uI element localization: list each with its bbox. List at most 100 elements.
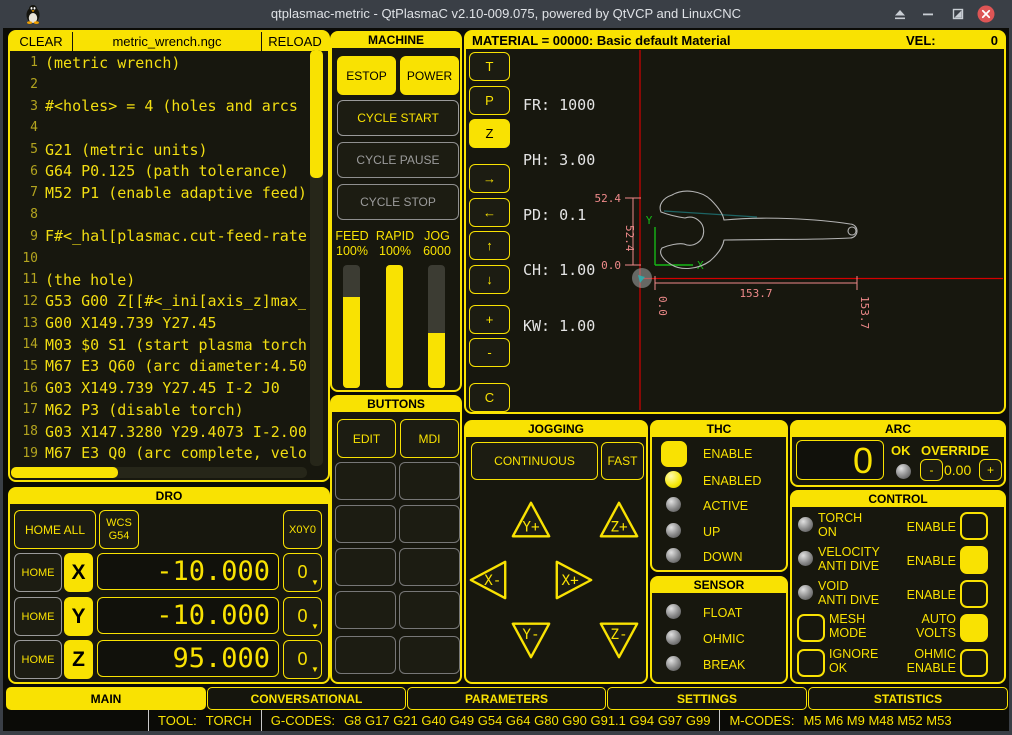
tab-settings[interactable]: SETTINGS (607, 687, 807, 710)
jog-z-plus-button[interactable]: Z+ (597, 498, 641, 542)
jog-z-minus-button[interactable]: Z- (597, 618, 641, 662)
axis-z-button[interactable]: Z (64, 640, 93, 679)
ignore-ok-checkbox[interactable] (797, 649, 825, 677)
sensor-float-led (666, 604, 681, 619)
mesh-mode-checkbox[interactable] (797, 614, 825, 642)
cycle-stop-button[interactable]: CYCLE STOP (337, 184, 459, 220)
power-button[interactable]: POWER (400, 56, 459, 95)
user-button-blank[interactable] (335, 505, 396, 543)
gcode-line: 18G03 X147.3280 Y29.4073 I-2.000 (12, 421, 306, 443)
home-z-button[interactable]: HOME (14, 640, 62, 679)
preview-plot[interactable]: 52.4 0.0 52.4 153.7 0.0 153.7 Y X (466, 49, 1004, 410)
user-button-blank[interactable] (335, 591, 396, 629)
thc-down-led (666, 548, 681, 563)
thc-enabled-label: ENABLED (703, 474, 761, 488)
loaded-file-name[interactable]: metric_wrench.ngc (73, 32, 261, 51)
thc-down-label: DOWN (703, 550, 743, 564)
machine-boundary (640, 50, 1003, 410)
gcode-line: 2 (12, 74, 306, 96)
tab-conversational[interactable]: CONVERSATIONAL (207, 687, 406, 710)
jog-rate-slider[interactable] (428, 265, 445, 388)
user-button-blank[interactable] (399, 462, 460, 500)
zero-y-dropdown-icon[interactable]: ▼ (311, 622, 319, 631)
gcode-vscroll-handle[interactable] (310, 50, 323, 178)
shade-window-icon[interactable] (893, 7, 907, 21)
zero-z-dropdown-icon[interactable]: ▼ (311, 665, 319, 674)
dim-x-zero: 0.0 (656, 296, 669, 316)
jog-x-plus-button[interactable]: X+ (552, 558, 596, 602)
home-y-button[interactable]: HOME (14, 597, 62, 636)
void-anti-dive-led (798, 585, 813, 600)
user-button-blank[interactable] (399, 591, 460, 629)
dim-y-zero: 0.0 (601, 259, 621, 272)
arc-voltage-display: 0 (796, 440, 884, 480)
wcs-label-line2: G54 (109, 530, 130, 543)
rapid-override-label: RAPID (373, 229, 417, 243)
gcode-vertical-scrollbar[interactable] (310, 50, 323, 466)
rapid-override-slider[interactable] (386, 265, 403, 388)
feed-override-slider[interactable] (343, 265, 360, 388)
axis-y-button[interactable]: Y (64, 597, 93, 636)
axis-x-button[interactable]: X (64, 553, 93, 592)
arc-ok-label: OK (891, 443, 911, 458)
home-x-button[interactable]: HOME (14, 553, 62, 592)
void-enable-label: ENABLE (880, 588, 956, 602)
gcode-line: 11(the hole) (12, 269, 306, 291)
user-button-blank[interactable] (399, 548, 460, 586)
user-button-blank[interactable] (335, 462, 396, 500)
jog-y-minus-button[interactable]: Y- (509, 618, 553, 662)
tab-main[interactable]: MAIN (6, 687, 206, 710)
gcode-line: 12G53 G00 Z[[#<_ini[axis_z]max_ (12, 291, 306, 313)
gcode-horizontal-scrollbar[interactable] (11, 467, 307, 478)
x0y0-button[interactable]: X0Y0 (283, 510, 322, 549)
clear-button[interactable]: CLEAR (10, 32, 73, 51)
titlebar[interactable]: qtplasmac-metric - QtPlasmaC v2.10-009.0… (0, 0, 1012, 28)
user-button-blank[interactable] (335, 636, 396, 674)
gcode-line: 10 (12, 247, 306, 269)
gcodes-value: G8 G17 G21 G40 G49 G54 G64 G80 G90 G91.1… (344, 713, 710, 728)
tab-parameters[interactable]: PARAMETERS (407, 687, 606, 710)
cycle-pause-button[interactable]: CYCLE PAUSE (337, 142, 459, 178)
arc-override-minus-button[interactable]: - (920, 459, 943, 481)
void-enable-checkbox[interactable] (960, 580, 988, 608)
gcode-line: 15M67 E3 Q60 (arc diameter:4.500 (12, 356, 306, 378)
gcode-line: 13G00 X149.739 Y27.45 (12, 312, 306, 334)
thc-enable-checkbox[interactable] (661, 441, 687, 467)
jog-rate-value: 6000 (417, 244, 457, 258)
status-bar: TOOL: TORCH G-CODES: G8 G17 G21 G40 G49 … (148, 710, 961, 731)
jog-x-minus-button[interactable]: X- (466, 558, 510, 602)
mdi-button[interactable]: MDI (400, 419, 459, 458)
reload-button[interactable]: RELOAD (261, 32, 328, 51)
minimize-icon[interactable] (921, 7, 935, 21)
torch-enable-checkbox[interactable] (960, 512, 988, 540)
tool-label: TOOL: (158, 713, 197, 728)
window-frame-bottom (0, 731, 1012, 735)
gcode-hscroll-handle[interactable] (11, 467, 118, 478)
ohmic-enable-checkbox[interactable] (960, 649, 988, 677)
estop-button[interactable]: ESTOP (337, 56, 396, 95)
ohmic-enable-label: OHMICENABLE (880, 647, 956, 675)
tab-statistics[interactable]: STATISTICS (808, 687, 1008, 710)
wcs-g54-button[interactable]: WCS G54 (99, 510, 139, 549)
jog-continuous-button[interactable]: CONTINUOUS (471, 442, 598, 480)
jog-fast-button[interactable]: FAST (601, 442, 644, 480)
user-buttons-title: BUTTONS (332, 397, 460, 412)
user-button-blank[interactable] (399, 636, 460, 674)
user-button-blank[interactable] (335, 548, 396, 586)
gcode-listing[interactable]: 1(metric wrench) 2 3#<holes> = 4 (holes … (12, 52, 306, 465)
zero-x-dropdown-icon[interactable]: ▼ (311, 578, 319, 587)
material-label[interactable]: MATERIAL = 00000: Basic default Material (472, 32, 731, 49)
auto-volts-checkbox[interactable] (960, 614, 988, 642)
edit-button[interactable]: EDIT (337, 419, 396, 458)
cycle-start-button[interactable]: CYCLE START (337, 100, 459, 136)
velocity-enable-checkbox[interactable] (960, 546, 988, 574)
restore-icon[interactable] (951, 7, 965, 21)
feed-override-value: 100% (332, 244, 372, 258)
home-all-button[interactable]: HOME ALL (14, 510, 96, 549)
user-button-blank[interactable] (399, 505, 460, 543)
svg-text:Z+: Z+ (610, 519, 628, 535)
arc-override-plus-button[interactable]: + (979, 459, 1002, 481)
close-icon[interactable] (977, 5, 995, 23)
feed-slider-fill (343, 297, 360, 388)
jog-y-plus-button[interactable]: Y+ (509, 498, 553, 542)
